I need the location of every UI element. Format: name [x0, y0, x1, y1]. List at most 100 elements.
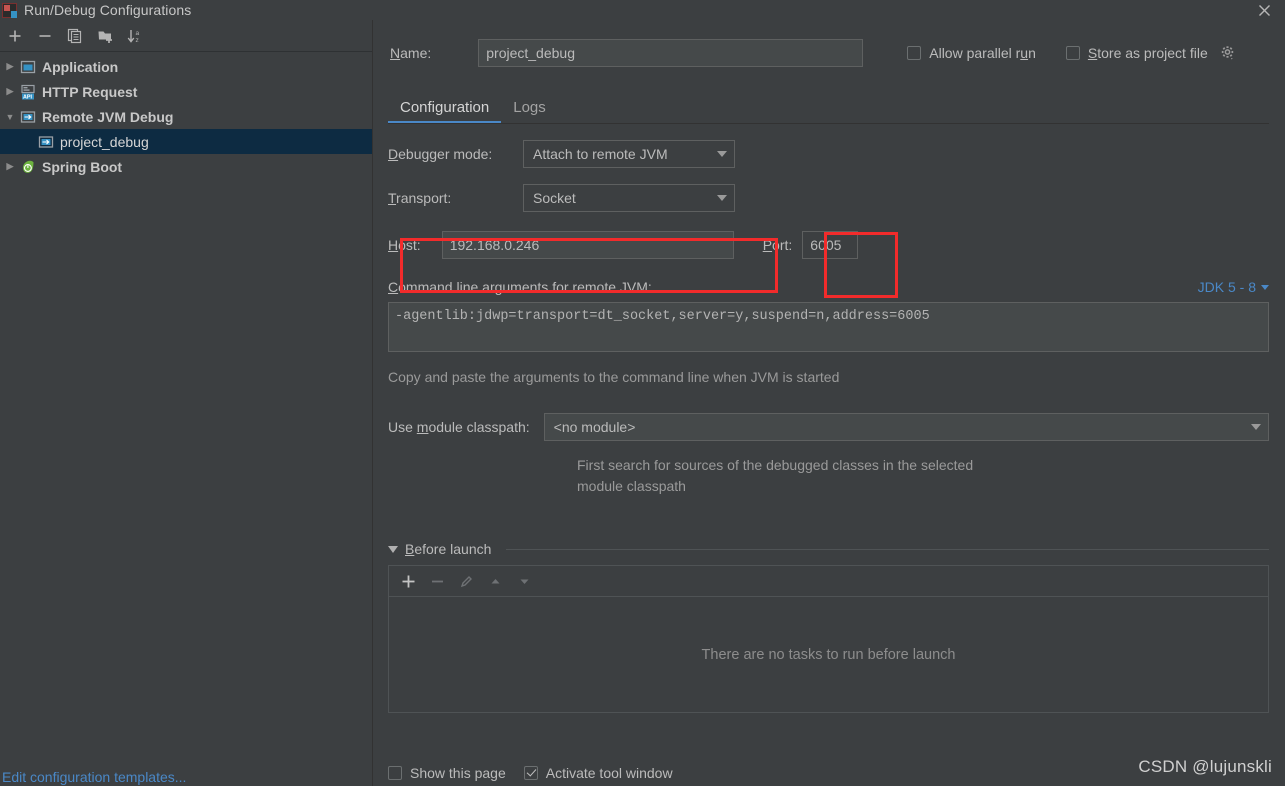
before-launch-section: Before launch There are no tasks to run … [388, 541, 1269, 713]
jdk-version-label: JDK 5 - 8 [1197, 279, 1256, 295]
command-line-arguments-label: Command line arguments for remote JVM: [388, 279, 652, 295]
remove-task-button[interactable] [424, 569, 450, 593]
host-input[interactable] [441, 231, 734, 259]
name-input[interactable] [478, 39, 864, 67]
remote-jvm-icon [18, 109, 38, 125]
remove-configuration-button[interactable] [32, 24, 58, 48]
configurations-tree[interactable]: ▶ Application ▶ API HTTP Request ▼ Remot… [0, 52, 372, 759]
chevron-down-icon[interactable] [388, 545, 398, 553]
http-request-icon: API [18, 84, 38, 100]
activate-tool-window-label: Activate tool window [545, 764, 673, 781]
activate-tool-window-checkbox[interactable]: Activate tool window [523, 764, 673, 781]
window-title: Run/Debug Configurations [24, 2, 192, 18]
tree-item-spring-boot[interactable]: ▶ Spring Boot [0, 154, 372, 179]
tree-item-project-debug[interactable]: project_debug [0, 129, 372, 154]
chevron-down-icon [717, 195, 727, 201]
host-label: Host: [388, 237, 421, 253]
checkbox-box[interactable] [388, 765, 402, 780]
pencil-icon[interactable] [453, 569, 479, 593]
name-row: Name: Allow parallel run Store as projec… [373, 20, 1285, 68]
add-configuration-button[interactable] [2, 24, 28, 48]
tab-bar: Configuration Logs [388, 90, 1285, 124]
copy-configuration-button[interactable] [62, 24, 88, 48]
tree-item-application[interactable]: ▶ Application [0, 54, 372, 79]
port-label: Port: [762, 237, 793, 253]
module-classpath-label: Use module classpath: [388, 419, 530, 435]
close-icon[interactable] [1253, 0, 1275, 20]
section-divider [506, 548, 1269, 550]
module-classpath-hint: First search for sources of the debugged… [577, 455, 1097, 497]
checkbox-box[interactable] [1065, 46, 1080, 60]
remote-jvm-icon [36, 134, 56, 150]
tree-item-remote-jvm-debug[interactable]: ▼ Remote JVM Debug [0, 104, 372, 129]
sidebar-footer: Edit configuration templates... [0, 759, 372, 786]
chevron-down-icon [717, 151, 727, 157]
chevron-right-icon[interactable]: ▶ [2, 161, 18, 172]
before-launch-title: Before launch [405, 541, 492, 557]
application-icon [18, 59, 38, 75]
module-classpath-value: <no module> [553, 419, 636, 435]
transport-row: Transport: Socket [388, 184, 1269, 212]
arrow-up-icon[interactable] [482, 569, 508, 593]
chevron-right-icon[interactable]: ▶ [2, 61, 18, 72]
before-launch-empty-text: There are no tasks to run before launch [701, 646, 956, 663]
tab-configuration[interactable]: Configuration [388, 99, 502, 124]
configuration-tab-content: Debugger mode: Attach to remote JVM Tran… [373, 124, 1285, 748]
gear-icon[interactable] [1220, 45, 1236, 61]
tree-item-http-request[interactable]: ▶ API HTTP Request [0, 79, 372, 104]
configuration-panel: Name: Allow parallel run Store as projec… [373, 20, 1285, 786]
run-debug-configurations-dialog: Run/Debug Configurations a z ▶ Applicati… [0, 0, 1285, 786]
edit-configuration-templates-link[interactable]: Edit configuration templates... [2, 769, 186, 785]
before-launch-toolbar [389, 566, 1268, 597]
debugger-mode-row: Debugger mode: Attach to remote JVM [388, 140, 1269, 168]
debugger-mode-value: Attach to remote JVM [533, 146, 668, 162]
module-classpath-hint-line1: First search for sources of the debugged… [577, 457, 974, 473]
module-classpath-hint-line2: module classpath [577, 478, 686, 494]
port-input[interactable] [802, 231, 859, 259]
tree-item-label: Spring Boot [42, 158, 123, 175]
tab-logs[interactable]: Logs [501, 99, 558, 124]
store-as-project-file-checkbox[interactable]: Store as project file [1065, 45, 1236, 61]
tree-item-label: Remote JVM Debug [42, 108, 174, 125]
checkbox-box[interactable] [907, 46, 922, 60]
svg-text:API: API [23, 94, 32, 100]
folder-add-icon[interactable] [92, 24, 118, 48]
arrow-down-icon[interactable] [511, 569, 537, 593]
tree-item-label: HTTP Request [42, 83, 138, 100]
sort-alphabetically-icon[interactable]: a z [122, 24, 148, 48]
footer-options-row: Show this page Activate tool window [373, 748, 1285, 786]
tree-item-label: project_debug [60, 133, 149, 150]
name-label: Name: [390, 45, 432, 61]
show-this-page-checkbox[interactable]: Show this page [388, 765, 506, 781]
configurations-sidebar: a z ▶ Application ▶ API HTTP Request ▼ R… [0, 20, 373, 786]
sidebar-toolbar: a z [0, 20, 372, 52]
add-task-button[interactable] [395, 569, 421, 593]
show-this-page-label: Show this page [410, 764, 506, 781]
args-label-row: Command line arguments for remote JVM: J… [388, 279, 1269, 295]
jdk-version-selector[interactable]: JDK 5 - 8 [1198, 279, 1269, 295]
transport-label: Transport: [388, 190, 452, 206]
command-line-arguments-textarea[interactable]: -agentlib:jdwp=transport=dt_socket,serve… [388, 302, 1269, 352]
store-as-project-file-label: Store as project file [1087, 45, 1208, 61]
tree-item-label: Application [42, 58, 119, 75]
allow-parallel-run-checkbox[interactable]: Allow parallel run [907, 45, 1036, 61]
before-launch-header[interactable]: Before launch [388, 541, 1269, 557]
spring-boot-icon [18, 159, 38, 175]
chevron-down-icon [1251, 424, 1261, 430]
chevron-down-icon[interactable]: ▼ [2, 112, 18, 122]
intellij-idea-icon [2, 2, 18, 18]
chevron-down-icon [1261, 284, 1269, 290]
svg-text:a: a [136, 30, 140, 37]
module-classpath-row: Use module classpath: <no module> [388, 413, 1269, 441]
before-launch-panel: There are no tasks to run before launch [388, 565, 1269, 713]
dialog-body: a z ▶ Application ▶ API HTTP Request ▼ R… [0, 20, 1285, 786]
debugger-mode-label: Debugger mode: [388, 146, 493, 162]
host-port-row: Host: Port: [388, 231, 1269, 259]
transport-dropdown[interactable]: Socket [523, 184, 735, 212]
chevron-right-icon[interactable]: ▶ [2, 86, 18, 97]
module-classpath-dropdown[interactable]: <no module> [543, 413, 1269, 441]
checkbox-box[interactable] [523, 765, 538, 780]
allow-parallel-run-label: Allow parallel run [929, 45, 1036, 61]
transport-value: Socket [533, 190, 576, 206]
debugger-mode-dropdown[interactable]: Attach to remote JVM [523, 140, 735, 168]
